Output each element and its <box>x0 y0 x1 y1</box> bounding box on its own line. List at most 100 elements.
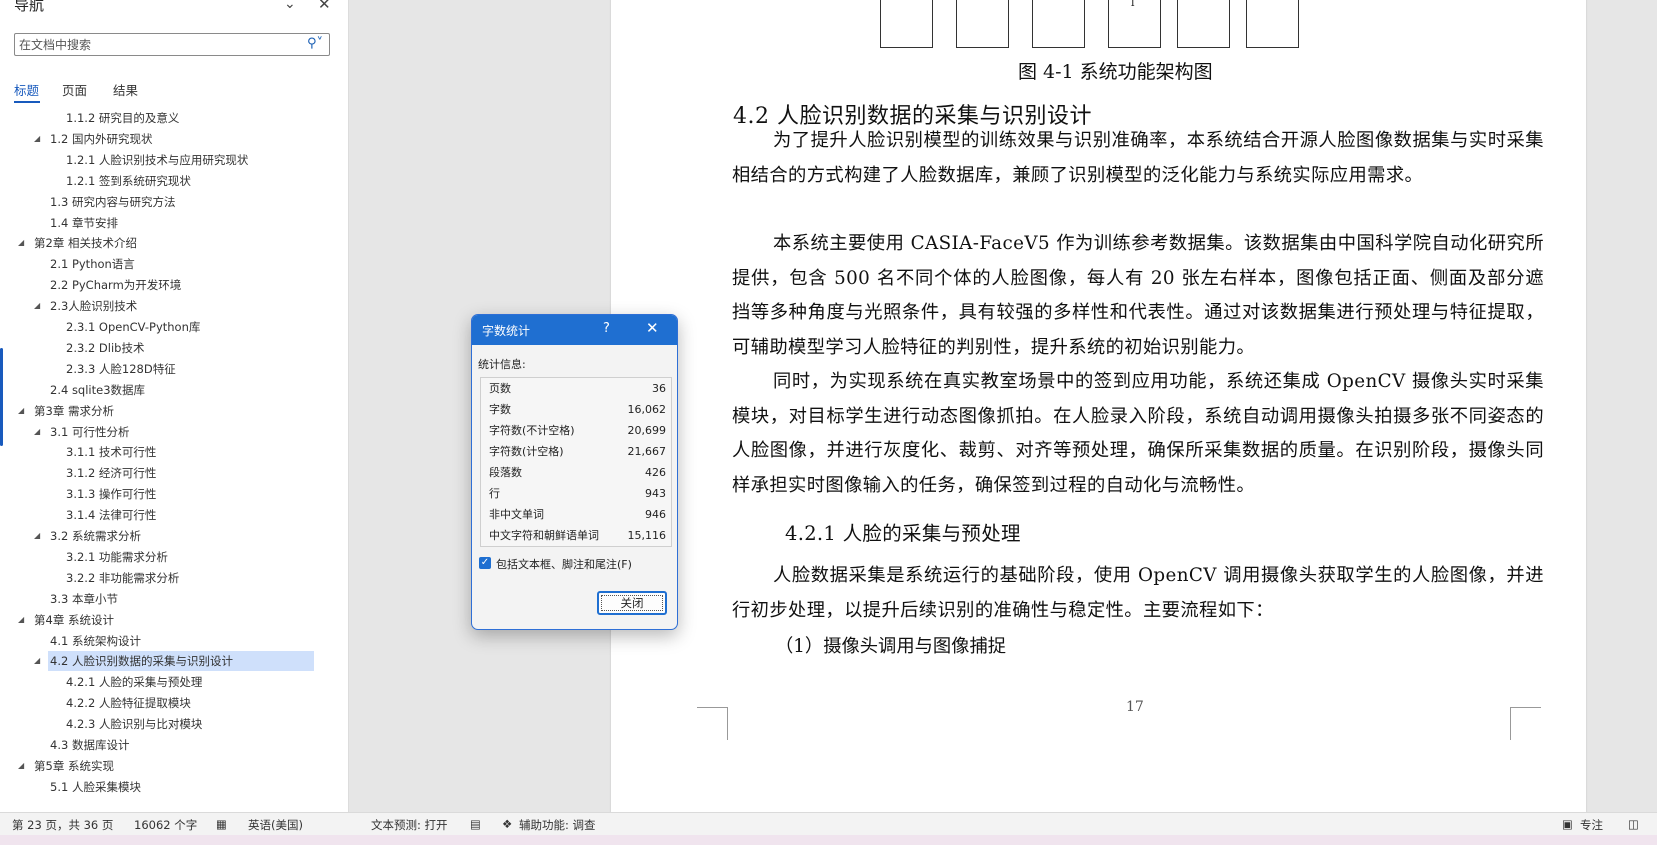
subsection-heading: 4.2.1 人脸的采集与预处理 <box>785 522 1021 545</box>
figure-caption: 图 4-1 系统功能架构图 <box>1018 61 1213 83</box>
outline-item[interactable]: 2.2 PyCharm为开发环境 <box>48 275 181 295</box>
outline-item[interactable]: 3.2 系统需求分析 <box>48 526 141 546</box>
outline-item-label: 1.2.1 人脸识别技术与应用研究现状 <box>66 152 249 167</box>
text-prediction-status[interactable]: 文本预测: 打开 <box>371 817 448 833</box>
outline-item[interactable]: 4.2.1 人脸的采集与预处理 <box>64 672 202 692</box>
paragraph: 同时，为实现系统在真实教室场景中的签到应用功能，系统还集成 OpenCV 摄像头… <box>732 371 1544 496</box>
dialog-title: 字数统计 <box>482 324 531 338</box>
outline-item-label: 3.1.4 法律可行性 <box>66 508 157 523</box>
outline-item[interactable]: 2.4 sqlite3数据库 <box>48 380 145 400</box>
outline-item[interactable]: 4.1 系统架构设计 <box>48 631 141 651</box>
focus-mode-button[interactable]: 专注 <box>1580 817 1603 833</box>
word-count-indicator[interactable]: 16062 个字 <box>134 817 197 833</box>
outline-item[interactable]: 4.2.3 人脸识别与比对模块 <box>64 714 202 734</box>
outline-item[interactable]: 4.3 数据库设计 <box>48 735 129 755</box>
outline-item[interactable]: 1.2.1 签到系统研究现状 <box>64 171 191 191</box>
stat-value: 16,062 <box>627 403 667 416</box>
nav-scrollbar[interactable] <box>338 110 344 800</box>
outline-item[interactable]: 2.3.2 Dlib技术 <box>64 338 144 358</box>
status-bar: 第 23 页，共 36 页 16062 个字 ▦ 英语(美国) 文本预测: 打开… <box>0 812 1657 836</box>
stat-label: 字符数(计空格) <box>489 445 564 458</box>
expand-triangle-icon[interactable]: ◢ <box>18 406 24 415</box>
outline-item[interactable]: 4.2.2 人脸特征提取模块 <box>64 693 191 713</box>
search-box[interactable]: ⚲˅ <box>14 33 330 56</box>
outline-item-label: 3.3 本章小节 <box>50 591 118 606</box>
outline-item[interactable]: 第3章 需求分析 <box>32 401 114 421</box>
outline-item-label: 2.3.3 人脸128D特征 <box>66 361 176 376</box>
navigation-pane: 导航 ⌄ ✕ ⚲˅ 标题 页面 结果 1.1.2 研究目的及意义 1.2 国内外研… <box>0 0 349 812</box>
document-scrollbar[interactable] <box>1641 0 1657 812</box>
chevron-down-icon[interactable]: ⌄ <box>284 0 296 12</box>
tab-pages[interactable]: 页面 <box>62 80 87 99</box>
taskbar-strip <box>0 835 1657 845</box>
outline-item[interactable]: 1.4 章节安排 <box>48 213 118 233</box>
tab-headings[interactable]: 标题 <box>14 80 39 99</box>
help-button[interactable]: ? <box>603 321 610 336</box>
outline-item[interactable]: 5.1 人脸采集模块 <box>48 777 141 797</box>
outline-item-label: 4.2 人脸识别数据的采集与识别设计 <box>50 654 233 669</box>
search-input[interactable] <box>19 36 289 53</box>
track-icon[interactable]: ▤ <box>470 817 481 831</box>
outline-item[interactable]: 3.1.3 操作可行性 <box>64 484 156 504</box>
outline-item-label: 第5章 系统实现 <box>34 758 114 773</box>
outline-item[interactable]: 1.2 国内外研究现状 <box>48 129 152 149</box>
outline-item[interactable]: 第5章 系统实现 <box>32 756 114 776</box>
outline-item[interactable]: 2.3人脸识别技术 <box>48 296 137 316</box>
include-footnotes-label[interactable]: 包括文本框、脚注和尾注(F) <box>496 556 632 572</box>
stat-value: 21,667 <box>627 445 667 458</box>
accessibility-status[interactable]: 辅助功能: 调查 <box>519 817 596 833</box>
outline-item-label: 4.2.3 人脸识别与比对模块 <box>66 717 203 732</box>
outline-item[interactable]: 2.3.1 OpenCV-Python库 <box>64 317 200 337</box>
outline-item[interactable]: 3.1.1 技术可行性 <box>64 442 156 462</box>
tab-results[interactable]: 结果 <box>113 80 138 99</box>
expand-triangle-icon[interactable]: ◢ <box>18 761 24 770</box>
expand-triangle-icon[interactable]: ◢ <box>18 238 24 247</box>
outline-item[interactable]: 2.3.3 人脸128D特征 <box>64 359 176 379</box>
language-indicator[interactable]: 英语(美国) <box>248 817 303 833</box>
outline-item[interactable]: 第2章 相关技术介绍 <box>32 233 137 253</box>
outline-item[interactable]: 3.1.2 经济可行性 <box>64 463 156 483</box>
read-mode-icon[interactable]: ◫ <box>1628 817 1639 831</box>
expand-triangle-icon[interactable]: ◢ <box>34 427 40 436</box>
close-icon[interactable]: ✕ <box>646 319 659 337</box>
page-indicator[interactable]: 第 23 页，共 36 页 <box>12 817 113 833</box>
stat-row: 字符数(计空格) 21,667 <box>481 441 671 462</box>
outline-item-label: 2.2 PyCharm为开发环境 <box>50 278 182 293</box>
outline-item[interactable]: 3.1 可行性分析 <box>48 422 129 442</box>
outline-item[interactable]: 1.2.1 人脸识别技术与应用研究现状 <box>64 150 248 170</box>
outline-item[interactable]: 3.3 本章小节 <box>48 589 118 609</box>
outline-item-label: 4.3 数据库设计 <box>50 738 130 752</box>
dialog-titlebar[interactable]: 字数统计 ? ✕ <box>472 315 677 345</box>
outline-item-label: 3.1.3 操作可行性 <box>66 487 157 502</box>
word-count-dialog: 字数统计 ? ✕ 统计信息: 页数 36 字数 16,062 字符数(不计空格) 20,6… <box>471 314 678 630</box>
figure-box <box>1246 0 1299 48</box>
outline-item[interactable]: 1.1.2 研究目的及意义 <box>64 108 179 128</box>
expand-triangle-icon[interactable]: ◢ <box>34 531 40 540</box>
outline-item[interactable]: 3.1.4 法律可行性 <box>64 505 156 525</box>
outline-item[interactable]: 3.2.2 非功能需求分析 <box>64 568 179 588</box>
stat-row: 中文字符和朝鲜语单词 15,116 <box>481 525 671 546</box>
focus-icon[interactable]: ▣ <box>1562 817 1573 831</box>
outline-item-label: 4.2.1 人脸的采集与预处理 <box>66 675 203 690</box>
expand-triangle-icon[interactable]: ◢ <box>34 301 40 310</box>
accessibility-icon[interactable]: ❖ <box>502 817 512 831</box>
stat-label: 字数 <box>489 403 511 416</box>
close-button[interactable]: 关闭 <box>597 591 667 615</box>
outline-item-label: 2.4 sqlite3数据库 <box>50 382 146 397</box>
outline-item-label: 3.1 可行性分析 <box>50 424 130 439</box>
outline-item[interactable]: 第4章 系统设计 <box>32 610 114 630</box>
expand-triangle-icon[interactable]: ◢ <box>34 134 40 143</box>
outline-item[interactable]: 1.3 研究内容与研究方法 <box>48 192 175 212</box>
include-footnotes-checkbox[interactable]: ✓ <box>479 557 491 569</box>
outline-item[interactable]: 2.1 Python语言 <box>48 254 135 274</box>
proofing-icon[interactable]: ▦ <box>216 817 227 831</box>
outline-item[interactable]: 3.2.1 功能需求分析 <box>64 547 168 567</box>
expand-triangle-icon[interactable]: ◢ <box>18 615 24 624</box>
outline-item[interactable]: 4.2 人脸识别数据的采集与识别设计 <box>48 651 314 672</box>
outline-item-label: 3.2.2 非功能需求分析 <box>66 570 180 585</box>
search-icon[interactable]: ⚲˅ <box>307 36 323 51</box>
stats-table: 页数 36 字数 16,062 字符数(不计空格) 20,699 字符数(计空格) 21,66… <box>480 377 672 547</box>
expand-triangle-icon[interactable]: ◢ <box>34 656 40 665</box>
close-icon[interactable]: ✕ <box>318 0 331 13</box>
outline-item-label: 第2章 相关技术介绍 <box>34 236 137 251</box>
